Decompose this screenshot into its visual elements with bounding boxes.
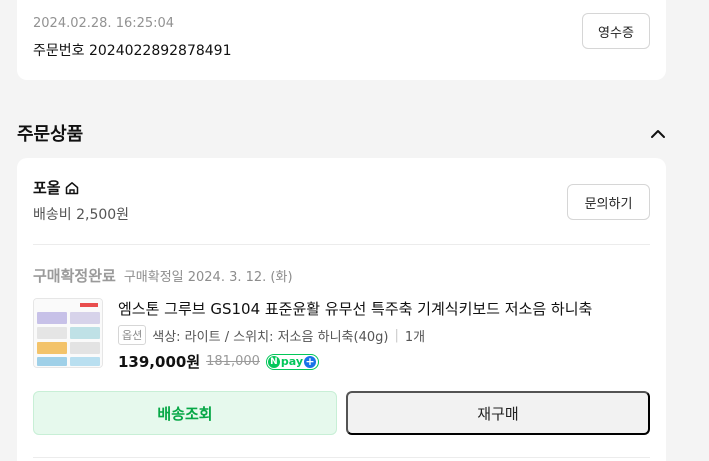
home-icon (65, 181, 78, 194)
price-row: 139,000원 181,000 N pay + (118, 351, 320, 372)
rebuy-button[interactable]: 재구매 (346, 391, 650, 435)
divider (33, 457, 650, 458)
quantity: 1개 (404, 329, 426, 345)
chevron-up-icon[interactable] (648, 124, 668, 144)
order-number: 주문번호 2024022892878491 (33, 43, 232, 59)
section-title: 주문상품 (17, 124, 84, 145)
npay-n-icon: N (267, 355, 280, 368)
order-product-card: 포올 배송비 2,500원 문의하기 구매확정완료 구매확정일 2024. 3.… (17, 158, 666, 461)
shipping-fee: 배송비 2,500원 (33, 207, 130, 223)
inquiry-button[interactable]: 문의하기 (567, 184, 650, 220)
product-title-link[interactable]: 엠스톤 그루브 GS104 표준윤활 유무선 특주축 기계식키보드 저소음 하니… (118, 298, 648, 319)
plus-icon: + (304, 355, 317, 368)
option-separator: | (394, 327, 399, 343)
product-thumbnail[interactable] (33, 298, 103, 368)
seller-name: 포올 (33, 179, 61, 197)
option-text: 색상: 라이트 / 스위치: 저소음 하니축(40g) (152, 329, 389, 345)
product-options: 옵션 색상: 라이트 / 스위치: 저소음 하니축(40g) | 1개 (118, 325, 425, 345)
order-info-card: 2024.02.28. 16:25:04 주문번호 20240228928784… (17, 0, 666, 80)
sale-price: 139,000원 (118, 353, 201, 371)
keyboard-image (34, 299, 102, 367)
order-datetime: 2024.02.28. 16:25:04 (33, 16, 175, 31)
original-price: 181,000 (206, 354, 260, 369)
track-delivery-button[interactable]: 배송조회 (33, 391, 337, 435)
npay-label: pay (280, 355, 304, 368)
divider (33, 244, 650, 245)
status-label: 구매확정완료 (33, 267, 116, 285)
option-badge: 옵션 (118, 325, 147, 345)
confirm-date: 구매확정일 2024. 3. 12. (화) (123, 270, 293, 285)
order-status: 구매확정완료 구매확정일 2024. 3. 12. (화) (33, 265, 293, 286)
seller-link[interactable]: 포올 (33, 177, 80, 198)
receipt-button[interactable]: 영수증 (582, 13, 650, 49)
npay-plus-badge: N pay + (265, 353, 320, 370)
